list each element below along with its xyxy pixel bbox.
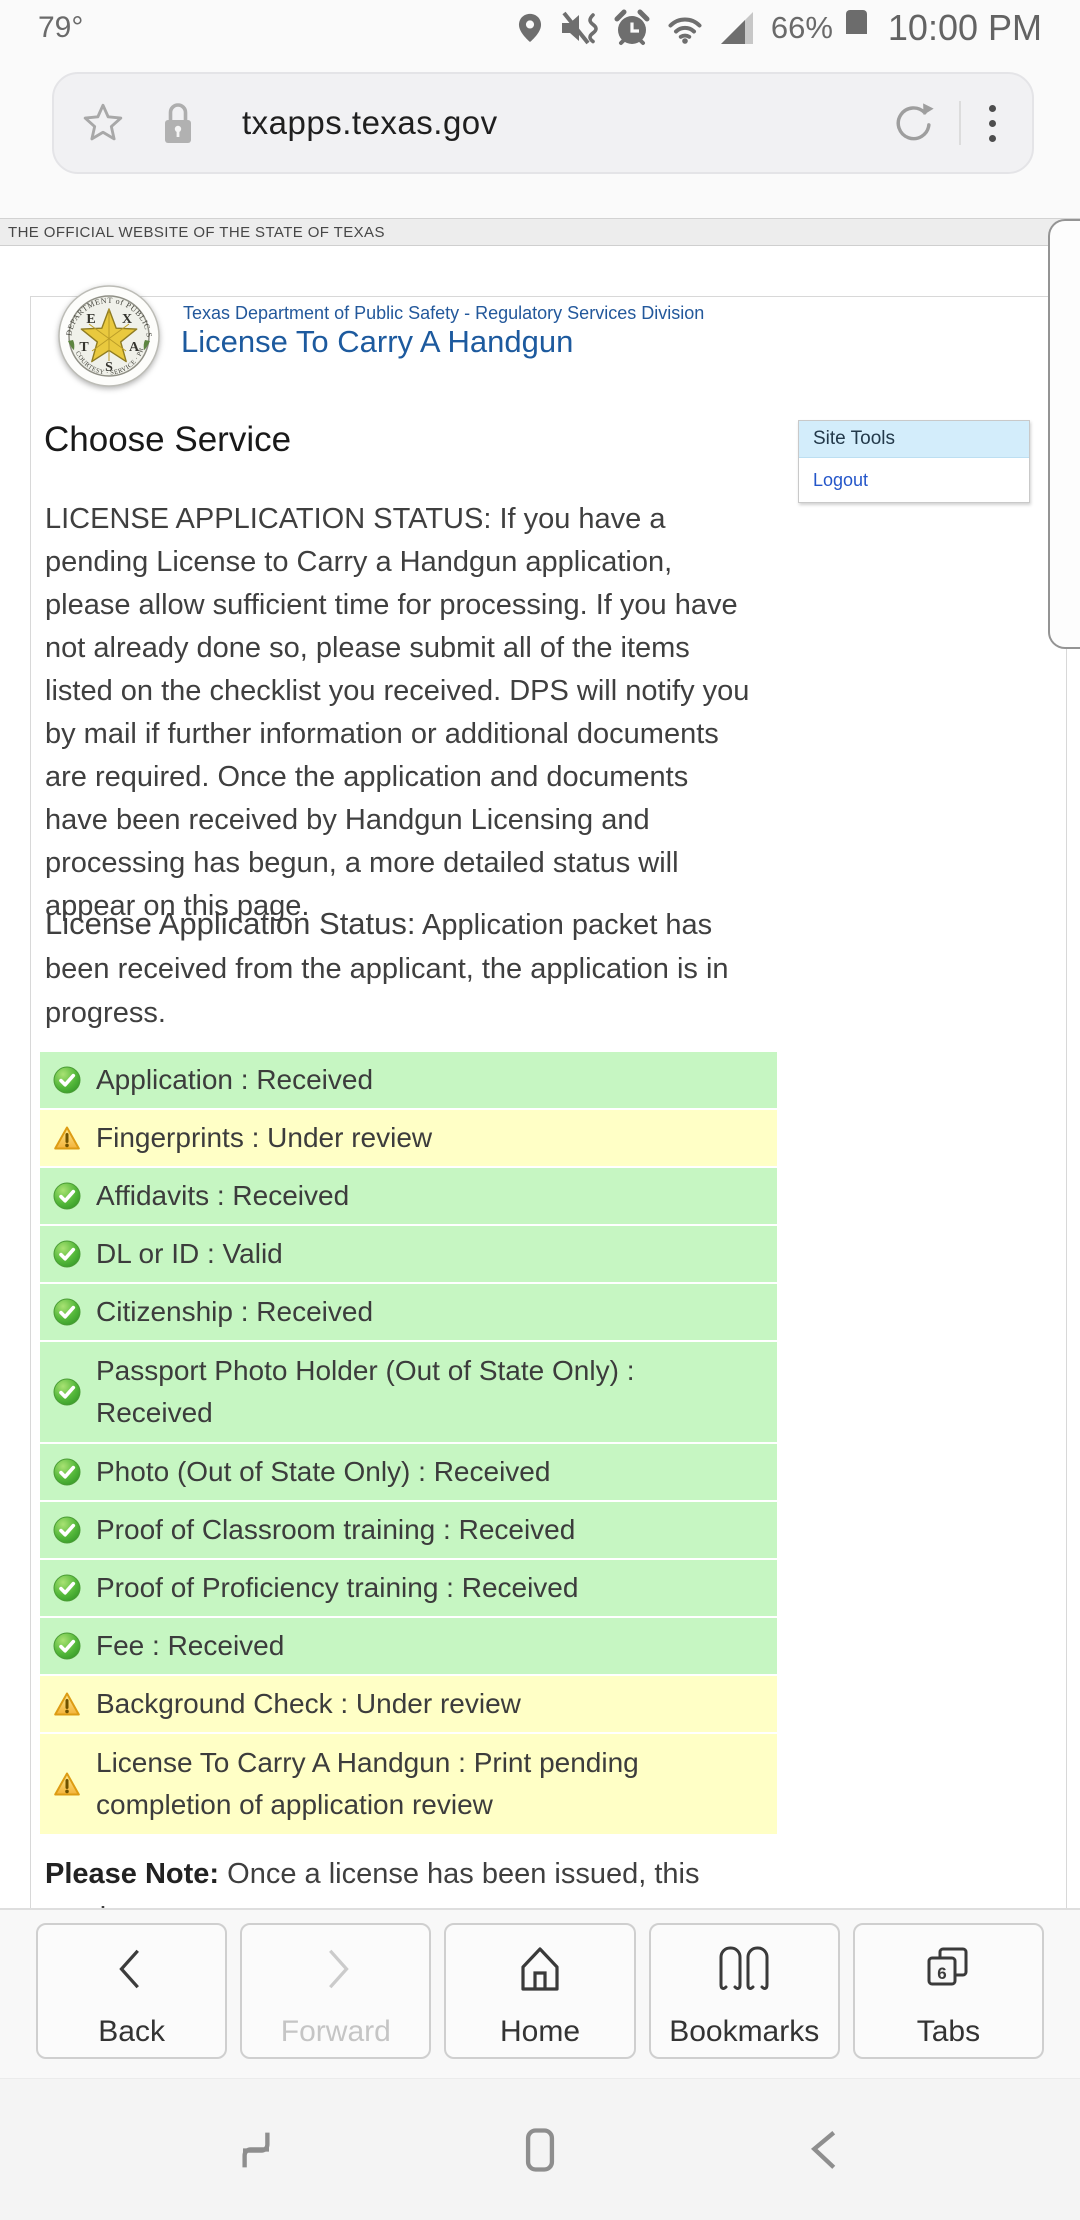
alarm-icon xyxy=(613,9,651,47)
status-row: Affidavits : Received xyxy=(40,1168,777,1226)
url-text[interactable]: txapps.texas.gov xyxy=(242,104,891,142)
menu-kebab-icon[interactable] xyxy=(979,101,1006,146)
svg-text:E: E xyxy=(86,312,95,327)
bookmark-star-icon[interactable] xyxy=(80,100,126,146)
site-title-link[interactable]: License To Carry A Handgun xyxy=(181,324,573,360)
status-row: Background Check : Under review xyxy=(40,1676,777,1734)
reload-icon[interactable] xyxy=(891,100,937,146)
tab-count: 6 xyxy=(938,1964,947,1983)
warning-icon xyxy=(53,1690,81,1718)
svg-text:T: T xyxy=(79,340,89,355)
check-icon xyxy=(53,1298,81,1326)
back-chevron-icon xyxy=(109,1943,155,1995)
page-title: Choose Service xyxy=(44,420,291,460)
please-note-label: Please Note: xyxy=(45,1858,219,1890)
status-row: Fingerprints : Under review xyxy=(40,1110,777,1168)
warning-icon xyxy=(53,1124,81,1152)
mute-vibrate-icon xyxy=(558,9,600,47)
check-icon xyxy=(53,1182,81,1210)
scrollbar-thumb[interactable] xyxy=(1048,219,1080,649)
web-page: DEPARTMENT of PUBLIC SAFETY COURTESY · S… xyxy=(0,246,1080,1908)
browser-chrome: txapps.texas.gov xyxy=(0,56,1080,218)
tabs-button[interactable]: 6 Tabs xyxy=(853,1923,1044,2059)
wifi-icon xyxy=(664,12,706,44)
svg-text:X: X xyxy=(122,312,132,327)
bookmarks-icon xyxy=(717,1943,771,1995)
divider xyxy=(959,101,961,145)
clock: 10:00 PM xyxy=(888,7,1042,49)
status-table: Application : Received Fingerprints : Un… xyxy=(40,1052,777,1836)
check-icon xyxy=(53,1574,81,1602)
home-nav-button[interactable] xyxy=(512,2122,568,2178)
check-icon xyxy=(53,1066,81,1094)
texas-official-banner: THE OFFICIAL WEBSITE OF THE STATE OF TEX… xyxy=(0,218,1080,246)
status-row: DL or ID : Valid xyxy=(40,1226,777,1284)
status-row: License To Carry A Handgun : Print pendi… xyxy=(40,1734,777,1836)
status-row: Proof of Classroom training : Received xyxy=(40,1502,777,1560)
svg-text:A: A xyxy=(129,340,140,355)
status-row: Fee : Received xyxy=(40,1618,777,1676)
secure-lock-icon[interactable] xyxy=(158,99,198,147)
check-icon xyxy=(53,1516,81,1544)
location-icon xyxy=(515,10,545,46)
banner-text: THE OFFICIAL WEBSITE OF THE STATE OF TEX… xyxy=(0,224,385,241)
android-status-bar: 79° 66% 10:00 PM xyxy=(0,0,1080,56)
back-nav-button[interactable] xyxy=(796,2122,852,2178)
status-row: Application : Received xyxy=(40,1052,777,1110)
please-note: Please Note: Once a license has been iss… xyxy=(45,1852,785,1908)
check-icon xyxy=(53,1378,81,1406)
address-bar[interactable]: txapps.texas.gov xyxy=(52,72,1034,174)
status-row: Proof of Proficiency training : Received xyxy=(40,1560,777,1618)
bookmarks-button[interactable]: Bookmarks xyxy=(649,1923,840,2059)
check-icon xyxy=(53,1632,81,1660)
check-icon xyxy=(53,1458,81,1486)
dps-seal-logo: DEPARTMENT of PUBLIC SAFETY COURTESY · S… xyxy=(58,285,160,387)
browser-toolbar: Back Forward Home Bookmarks 6 Tabs xyxy=(0,1908,1080,2078)
home-nav-icon xyxy=(514,2124,566,2176)
tabs-icon: 6 xyxy=(922,1943,974,1995)
status-row: Photo (Out of State Only) : Received xyxy=(40,1444,777,1502)
intro-paragraph: LICENSE APPLICATION STATUS: If you have … xyxy=(45,498,757,928)
back-button[interactable]: Back xyxy=(36,1923,227,2059)
home-button[interactable]: Home xyxy=(444,1923,635,2059)
recents-icon xyxy=(230,2124,282,2176)
signal-icon xyxy=(719,10,755,46)
temperature: 79° xyxy=(38,11,83,45)
status-row: Citizenship : Received xyxy=(40,1284,777,1342)
back-nav-icon xyxy=(798,2124,850,2176)
site-tools-box: Site Tools Logout xyxy=(798,420,1030,503)
recents-button[interactable] xyxy=(228,2122,284,2178)
status-summary-label: License Application Status: xyxy=(45,906,416,941)
home-icon xyxy=(515,1943,565,1995)
status-summary: License Application Status: Application … xyxy=(45,902,757,1035)
status-row: Passport Photo Holder (Out of State Only… xyxy=(40,1342,777,1444)
site-tools-header: Site Tools xyxy=(799,421,1029,458)
forward-chevron-icon xyxy=(313,1943,359,1995)
android-nav-bar xyxy=(0,2078,1080,2220)
warning-icon xyxy=(53,1770,81,1798)
svg-text:S: S xyxy=(105,360,113,375)
logout-link[interactable]: Logout xyxy=(813,470,868,491)
forward-button[interactable]: Forward xyxy=(240,1923,431,2059)
check-icon xyxy=(53,1240,81,1268)
agency-line: Texas Department of Public Safety - Regu… xyxy=(183,303,704,324)
battery-icon xyxy=(846,10,867,46)
battery-percent: 66% xyxy=(771,10,833,46)
